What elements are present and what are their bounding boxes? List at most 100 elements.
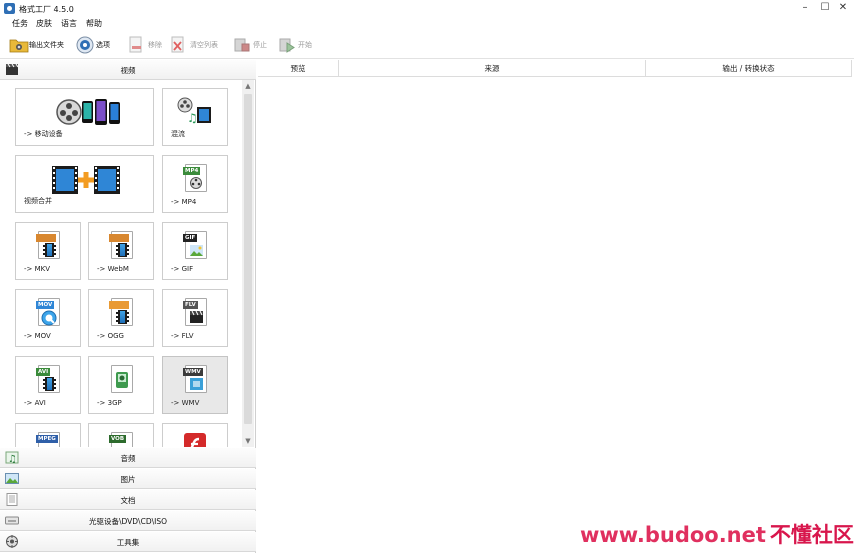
site-watermark: www.budoo.net 不懂社区 (580, 519, 854, 549)
minimize-button[interactable]: – (798, 2, 812, 14)
tile-ogg[interactable]: -> OGG (88, 289, 154, 347)
tile-gif[interactable]: GIF -> GIF (162, 222, 228, 280)
options-button[interactable]: 选项 (76, 35, 110, 55)
column-header-preview[interactable]: 预览 (258, 60, 339, 77)
format-tag: FLV (183, 301, 198, 309)
format-tag: MOV (36, 301, 55, 309)
menu-task[interactable]: 任务 (12, 18, 28, 29)
format-tag: MPEG (36, 435, 58, 443)
menu-help[interactable]: 帮助 (86, 18, 102, 29)
document-category-label: 文档 (120, 496, 136, 505)
tile-mux[interactable]: ♫ 混流 (162, 88, 228, 146)
output-folder-button[interactable]: 输出文件夹 (9, 35, 64, 55)
wmv-file-icon: WMV (183, 365, 211, 397)
options-label: 选项 (96, 41, 110, 49)
tile-label: 视频合并 (24, 197, 52, 205)
column-header-output-status[interactable]: 输出 / 转换状态 (646, 60, 852, 77)
tile-vob[interactable]: VOB (88, 423, 154, 447)
mp4-file-icon: MP4 (183, 164, 211, 196)
app-icon (4, 3, 15, 14)
tile-label: -> GIF (171, 265, 194, 273)
audio-category-header[interactable]: ♫ 音频 (0, 448, 256, 468)
format-grid-scrollbar[interactable]: ▲ ▼ (242, 80, 254, 447)
swf-file-icon (183, 432, 211, 447)
tile-label: -> WebM (97, 265, 129, 273)
tile-video-merge[interactable]: 视频合并 (15, 155, 154, 213)
start-label: 开始 (298, 41, 312, 49)
tile-label: -> AVI (24, 399, 46, 407)
optical-drive-category-header[interactable]: 光驱设备\DVD\CD\ISO (0, 511, 256, 531)
avi-file-icon: AVI (36, 365, 64, 397)
menu-skin[interactable]: 皮肤 (36, 18, 52, 29)
output-folder-label: 输出文件夹 (29, 41, 64, 49)
optical-drive-category-label: 光驱设备\DVD\CD\ISO (88, 517, 168, 526)
tile-mkv[interactable]: -> MKV (15, 222, 81, 280)
scroll-up-arrow-icon[interactable]: ▲ (242, 80, 254, 92)
video-category-label: 视频 (120, 66, 136, 75)
vob-file-icon: VOB (109, 432, 137, 447)
tile-label: -> WMV (171, 399, 200, 407)
3gp-file-icon (109, 365, 137, 397)
column-header-source[interactable]: 来源 (339, 60, 646, 77)
tile-flv[interactable]: FLV -> FLV (162, 289, 228, 347)
clear-list-button[interactable]: 清空列表 (170, 35, 218, 55)
folder-icon (9, 36, 29, 54)
film-icon (43, 243, 56, 257)
clear-list-icon (170, 36, 188, 54)
mux-icon: ♫ (177, 97, 213, 127)
tile-label: -> OGG (97, 332, 124, 340)
menu-bar: 任务 皮肤 语言 帮助 (0, 17, 854, 31)
webm-file-icon (109, 231, 137, 263)
video-format-grid: -> 移动设备 ♫ 混流 视频合并 MP4 -> MP4 -> MKV -> W… (0, 80, 256, 447)
toolbox-category-header[interactable]: 工具集 (0, 532, 256, 552)
close-button[interactable]: ✕ (836, 2, 850, 14)
tile-label: -> 移动设备 (24, 130, 63, 138)
video-merge-icon (52, 166, 120, 194)
scroll-thumb[interactable] (244, 94, 252, 424)
tile-wmv[interactable]: WMV -> WMV (162, 356, 228, 414)
tile-label: -> MP4 (171, 198, 197, 206)
menu-language[interactable]: 语言 (61, 18, 77, 29)
format-tag: AVI (36, 368, 51, 376)
format-tag: GIF (183, 234, 198, 242)
gif-file-icon: GIF (183, 231, 211, 263)
tile-3gp[interactable]: -> 3GP (88, 356, 154, 414)
tile-label: -> MKV (24, 265, 51, 273)
image-category-header[interactable]: 图片 (0, 469, 256, 489)
flv-file-icon: FLV (183, 298, 211, 330)
film-icon (43, 377, 56, 391)
stop-label: 停止 (253, 41, 267, 49)
remove-button[interactable]: 移除 (128, 35, 162, 55)
mov-file-icon: MOV (36, 298, 64, 330)
maximize-button[interactable]: ☐ (818, 2, 832, 14)
options-icon (76, 36, 94, 54)
mobile-devices-icon (56, 97, 122, 129)
film-icon (116, 310, 129, 324)
document-category-header[interactable]: 文档 (0, 490, 256, 510)
tile-mobile-devices[interactable]: -> 移动设备 (15, 88, 154, 146)
tile-label: -> MOV (24, 332, 51, 340)
tile-label: 混流 (171, 130, 185, 138)
remove-icon (128, 36, 146, 54)
start-button[interactable]: 开始 (278, 35, 312, 55)
ogg-file-icon (109, 298, 137, 330)
stop-button[interactable]: 停止 (233, 35, 267, 55)
watermark-site: www.budoo.net (580, 523, 766, 547)
tile-swf[interactable] (162, 423, 228, 447)
film-icon (116, 243, 129, 257)
tile-mp4[interactable]: MP4 -> MP4 (162, 155, 228, 213)
task-list: 预览 来源 输出 / 转换状态 (258, 60, 854, 553)
scroll-down-arrow-icon[interactable]: ▼ (242, 435, 254, 447)
tile-mpeg[interactable]: MPEG (15, 423, 81, 447)
category-panel: 视频 -> 移动设备 ♫ 混流 视频合并 MP4 -> MP4 -> MKV -… (0, 60, 256, 553)
format-tag (109, 234, 129, 242)
title-bar: 格式工厂 4.5.0 – ☐ ✕ (0, 0, 854, 17)
format-tag (109, 301, 129, 309)
tile-label: -> 3GP (97, 399, 122, 407)
toolbar: 输出文件夹 选项 移除 清空列表 停止 开始 (0, 31, 854, 59)
video-category-header[interactable]: 视频 (0, 60, 256, 80)
tile-avi[interactable]: AVI -> AVI (15, 356, 81, 414)
tile-mov[interactable]: MOV -> MOV (15, 289, 81, 347)
format-tag: MP4 (183, 167, 201, 175)
tile-webm[interactable]: -> WebM (88, 222, 154, 280)
